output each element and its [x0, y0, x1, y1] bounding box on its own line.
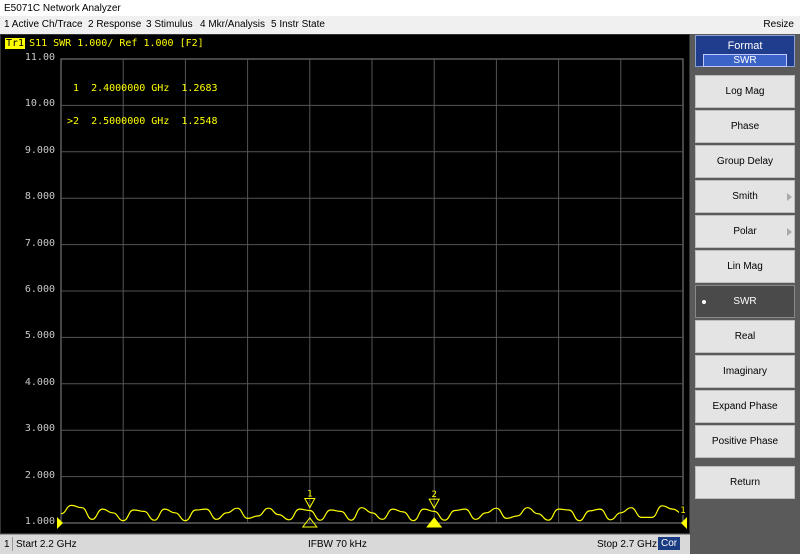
softkey-label: Polar [733, 226, 757, 237]
softkey-label: Imaginary [723, 366, 767, 377]
menu-bar: 1 Active Ch/Trace 2 Response 3 Stimulus … [0, 16, 800, 34]
softkey-label: SWR [733, 296, 757, 307]
trace-plot-area[interactable]: 1 1 2 Tr1 S11 SWR 1.000/ Ref 1.000 [F2] 1 … [0, 34, 690, 534]
softkey-header-selected: SWR [703, 54, 787, 67]
reference-right-marker-icon [681, 517, 687, 529]
softkey-real-button[interactable]: Real [695, 320, 795, 353]
marker-readout-line-1: 1 2.4000000 GHz 1.2683 [67, 83, 218, 94]
y-tick-label: 2.000 [24, 469, 55, 481]
y-tick-label: 1.000 [24, 516, 55, 527]
softkey-polar-button[interactable]: Polar [695, 215, 795, 248]
softkey-label: Group Delay [716, 156, 774, 167]
menu-mkr-analysis[interactable]: 4 Mkr/Analysis [200, 19, 265, 30]
status-start-freq[interactable]: Start 2.2 GHz [16, 539, 77, 550]
resize-button[interactable]: Resize [763, 19, 794, 30]
softkey-label: Real [734, 331, 756, 342]
y-tick-label: 4.000 [24, 376, 55, 388]
marker-readout-line-2: >2 2.5000000 GHz 1.2548 [67, 116, 218, 127]
channel-tag-text: 1 [680, 506, 685, 516]
marker-1-number: 1 [307, 490, 312, 500]
softkey-swr-button[interactable]: SWR [695, 285, 795, 318]
softkey-list: Log Mag Phase Group Delay Smith Polar Lin Mag… [695, 75, 795, 458]
reference-left-marker-icon [57, 517, 63, 529]
status-stop-freq[interactable]: Stop 2.7 GHz [597, 539, 657, 550]
status-ifbw[interactable]: IFBW 70 kHz [308, 539, 367, 550]
softkey-label: Log Mag [725, 86, 765, 97]
softkey-label: Lin Mag [727, 261, 763, 272]
y-tick-label: 9.000 [24, 144, 55, 156]
trace-tag[interactable]: Tr1 [5, 37, 26, 49]
y-tick-label: 6.000 [24, 284, 55, 295]
softkey-label: Smith [732, 191, 758, 202]
y-tick-label: 5.000 [24, 330, 55, 342]
menu-instr-state[interactable]: 5 Instr State [271, 19, 325, 30]
y-tick-label: 3.000 [24, 423, 55, 435]
trace-label: S11 SWR 1.000/ Ref 1.000 [F2] [29, 37, 204, 49]
softkey-group-delay-button[interactable]: Group Delay [695, 145, 795, 178]
status-divider [12, 537, 13, 551]
menu-stimulus[interactable]: 3 Stimulus [146, 19, 193, 30]
softkey-panel: Format SWR Log Mag Phase Group Delay Smith P… [690, 34, 800, 554]
menu-response[interactable]: 2 Response [88, 19, 141, 30]
softkey-phase-button[interactable]: Phase [695, 110, 795, 143]
status-bar: 1 Start 2.2 GHz IFBW 70 kHz Stop 2.7 GHz… [0, 534, 690, 554]
softkey-imaginary-button[interactable]: Imaginary [695, 355, 795, 388]
marker-2-number: 2 [431, 490, 436, 500]
menu-active-ch-trace[interactable]: 1 Active Ch/Trace [4, 19, 83, 30]
softkey-label: Phase [730, 121, 760, 132]
softkey-label: Positive Phase [711, 436, 779, 447]
y-tick-label: 7.000 [24, 237, 55, 249]
softkey-return-button[interactable]: Return [695, 466, 795, 499]
marker-readout: 1 2.4000000 GHz 1.2683 >2 2.5000000 GHz … [67, 61, 218, 149]
softkey-lin-mag-button[interactable]: Lin Mag [695, 250, 795, 283]
window-title: E5071C Network Analyzer [0, 0, 800, 16]
softkey-header-format: Format SWR [695, 35, 795, 67]
softkey-label: Expand Phase [712, 401, 778, 412]
softkey-log-mag-button[interactable]: Log Mag [695, 75, 795, 108]
status-cor-badge: Cor [658, 537, 681, 550]
softkey-expand-phase-button[interactable]: Expand Phase [695, 390, 795, 423]
softkey-header-title: Format [727, 40, 763, 52]
selected-dot-icon [702, 300, 706, 304]
status-channel: 1 [4, 539, 10, 550]
submenu-arrow-icon [787, 193, 792, 201]
softkey-positive-phase-button[interactable]: Positive Phase [695, 425, 795, 458]
trace-header: Tr1 S11 SWR 1.000/ Ref 1.000 [F2] [5, 37, 204, 49]
y-tick-label: 8.000 [24, 191, 55, 203]
softkey-smith-button[interactable]: Smith [695, 180, 795, 213]
y-tick-label: 10.00 [24, 98, 55, 110]
y-tick-label: 11.00 [24, 52, 55, 63]
submenu-arrow-icon [787, 228, 792, 236]
